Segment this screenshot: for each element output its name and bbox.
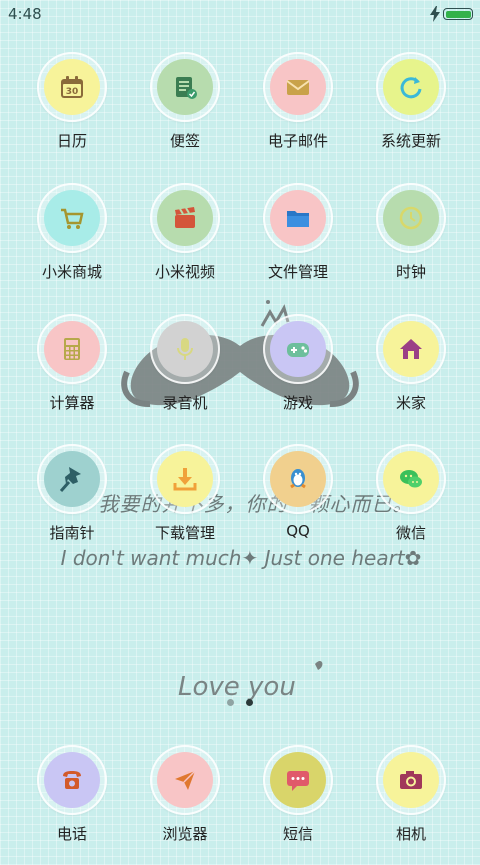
dock-messages[interactable]: 短信	[243, 745, 353, 865]
app-system-update[interactable]: 系统更新	[356, 52, 466, 172]
app-label: 日历	[56, 132, 87, 150]
app-label: 游戏	[282, 394, 313, 412]
app-recorder[interactable]: 录音机	[130, 314, 240, 434]
app-label: 系统更新	[380, 132, 441, 150]
download-icon	[173, 468, 197, 491]
dock-camera[interactable]: 相机	[356, 745, 466, 865]
svg-text:30: 30	[66, 87, 79, 97]
charging-bolt-icon	[430, 6, 440, 22]
camera-icon	[400, 771, 422, 789]
app-label: 相机	[395, 825, 426, 843]
cart-icon	[61, 208, 84, 229]
app-label: 时钟	[395, 263, 426, 281]
app-clock[interactable]: 时钟	[356, 183, 466, 303]
folder-icon	[287, 211, 309, 227]
clock-icon	[399, 206, 423, 230]
app-label: 电子邮件	[267, 132, 328, 150]
home-icon	[400, 339, 422, 359]
calculator-icon	[64, 338, 80, 360]
app-wechat[interactable]: 微信	[356, 444, 466, 564]
qq-penguin-icon	[290, 469, 306, 489]
app-label: 便签	[169, 132, 200, 150]
battery-icon	[443, 8, 473, 20]
app-downloads[interactable]: 下载管理	[130, 444, 240, 564]
app-label: 小米商城	[41, 263, 102, 281]
app-label: 指南针	[49, 524, 95, 542]
dock-phone[interactable]: 电话	[17, 745, 127, 865]
app-label: 米家	[395, 394, 426, 412]
wallpaper-love-you: Love you	[178, 672, 296, 702]
page-indicator[interactable]	[224, 699, 264, 709]
wechat-icon	[400, 470, 422, 488]
app-file-manager[interactable]: 文件管理	[243, 183, 353, 303]
refresh-icon	[400, 77, 422, 99]
browser-icon	[175, 770, 196, 790]
app-calendar[interactable]: 30 日历	[17, 52, 127, 172]
app-label: 短信	[282, 825, 313, 843]
mail-icon	[286, 80, 310, 95]
notes-icon	[176, 77, 197, 99]
pin-icon	[59, 467, 81, 492]
video-icon	[175, 207, 195, 228]
page-dot-active[interactable]	[246, 699, 253, 706]
app-label: 电话	[56, 825, 87, 843]
app-label: 小米视频	[154, 263, 215, 281]
app-compass[interactable]: 指南针	[17, 444, 127, 564]
app-label: 微信	[395, 524, 426, 542]
app-mi-store[interactable]: 小米商城	[17, 183, 127, 303]
app-notes[interactable]: 便签	[130, 52, 240, 172]
app-label: 文件管理	[267, 263, 328, 281]
page-dot[interactable]	[227, 699, 234, 706]
app-mi-video[interactable]: 小米视频	[130, 183, 240, 303]
app-label: QQ	[286, 522, 310, 540]
microphone-icon	[177, 338, 193, 360]
status-time: 4:48	[8, 5, 42, 23]
app-label: 浏览器	[162, 825, 208, 843]
message-icon	[287, 771, 309, 791]
app-email[interactable]: 电子邮件	[243, 52, 353, 172]
app-games[interactable]: 游戏	[243, 314, 353, 434]
app-qq[interactable]: QQ	[243, 444, 353, 564]
status-bar: 4:48	[0, 0, 480, 28]
phone-icon	[63, 771, 81, 789]
app-mi-home[interactable]: 米家	[356, 314, 466, 434]
app-label: 录音机	[162, 394, 208, 412]
app-label: 计算器	[49, 394, 95, 412]
dock-browser[interactable]: 浏览器	[130, 745, 240, 865]
gamepad-icon	[287, 343, 309, 357]
calendar-icon: 30	[61, 76, 83, 98]
app-label: 下载管理	[154, 524, 215, 542]
app-calculator[interactable]: 计算器	[17, 314, 127, 434]
